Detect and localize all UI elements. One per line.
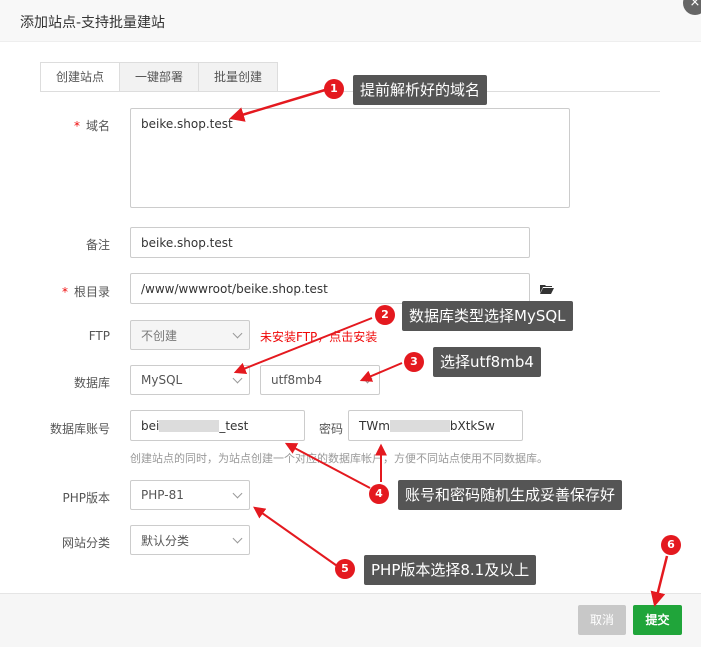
database-label: 数据库 [73, 376, 110, 390]
submit-button[interactable]: 提交 [633, 605, 682, 635]
ftp-select[interactable]: 不创建 [130, 320, 250, 350]
db-password-input[interactable]: TWm bXtkSw [348, 410, 523, 441]
ftp-label: FTP [88, 329, 110, 343]
annotation-badge-3: 3 [404, 352, 424, 372]
ftp-install-link[interactable]: 未安装FTP，点击安装 [260, 328, 377, 345]
database-type-value: MySQL [141, 373, 183, 387]
category-select[interactable]: 默认分类 [130, 525, 250, 555]
domain-label-text: 域名 [85, 119, 110, 133]
tab-bar: 创建站点 一键部署 批量创建 [40, 62, 279, 92]
annotation-badge-6: 6 [661, 535, 681, 555]
annotation-callout-1: 提前解析好的域名 [353, 75, 488, 105]
cancel-button[interactable]: 取消 [578, 605, 626, 635]
root-label: * 根目录 [10, 283, 110, 300]
annotation-badge-5: 5 [335, 559, 355, 579]
domain-value: beike.shop.test [141, 117, 233, 131]
root-input[interactable]: /www/wwwroot/beike.shop.test [130, 273, 530, 304]
tab-divider [40, 91, 660, 92]
redacted-block [159, 419, 220, 432]
category-label: 网站分类 [61, 536, 110, 550]
domain-textarea[interactable]: beike.shop.test [130, 108, 570, 208]
tab-batch-create[interactable]: 批量创建 [198, 62, 279, 92]
chevron-down-icon [362, 373, 373, 384]
chevron-down-icon [232, 488, 243, 499]
database-type-select[interactable]: MySQL [130, 365, 250, 395]
chevron-down-icon [232, 328, 243, 339]
tab-create-site[interactable]: 创建站点 [40, 62, 121, 92]
root-label-text: 根目录 [73, 285, 110, 299]
remark-input[interactable]: beike.shop.test [130, 227, 530, 258]
domain-label: * 域名 [10, 117, 110, 134]
dialog-title: 添加站点-支持批量建站 [20, 15, 166, 31]
annotation-callout-2: 数据库类型选择MySQL [402, 301, 573, 331]
remark-label: 备注 [85, 238, 110, 252]
db-account-label: 数据库账号 [49, 422, 110, 436]
php-version-value: PHP-81 [141, 488, 184, 502]
annotation-badge-4: 4 [369, 484, 389, 504]
db-account-value-prefix: bei [141, 418, 160, 433]
chevron-down-icon [232, 533, 243, 544]
annotation-callout-3: 选择utf8mb4 [433, 347, 541, 377]
required-mark: * [61, 285, 68, 299]
required-mark: * [73, 119, 80, 133]
db-account-hint: 创建站点的同时，为站点创建一个对应的数据库帐户，方便不同站点使用不同数据库。 [130, 452, 548, 465]
category-value: 默认分类 [141, 533, 190, 548]
ftp-value: 不创建 [141, 328, 178, 343]
php-label: PHP版本 [62, 491, 111, 505]
tab-one-click-deploy[interactable]: 一键部署 [119, 62, 200, 92]
annotation-arrow-5 [253, 506, 341, 569]
database-charset-value: utf8mb4 [271, 373, 323, 387]
redacted-block [389, 419, 450, 432]
root-value: /www/wwwroot/beike.shop.test [141, 281, 328, 296]
dialog-titlebar: 添加站点-支持批量建站 [0, 0, 701, 42]
annotation-callout-4: 账号和密码随机生成妥善保存好 [398, 480, 623, 510]
annotation-arrow-2 [233, 317, 373, 375]
db-password-prefix: TWm [359, 418, 390, 433]
php-version-select[interactable]: PHP-81 [130, 480, 250, 510]
chevron-down-icon [232, 373, 243, 384]
folder-open-icon[interactable] [540, 284, 554, 294]
annotation-badge-1: 1 [324, 79, 344, 99]
annotation-badge-2: 2 [375, 305, 395, 325]
remark-value: beike.shop.test [141, 235, 233, 250]
password-label: 密码 [318, 422, 343, 436]
db-password-suffix: bXtkSw [449, 418, 495, 433]
annotation-callout-5: PHP版本选择8.1及以上 [364, 555, 537, 585]
database-charset-select[interactable]: utf8mb4 [260, 365, 380, 395]
